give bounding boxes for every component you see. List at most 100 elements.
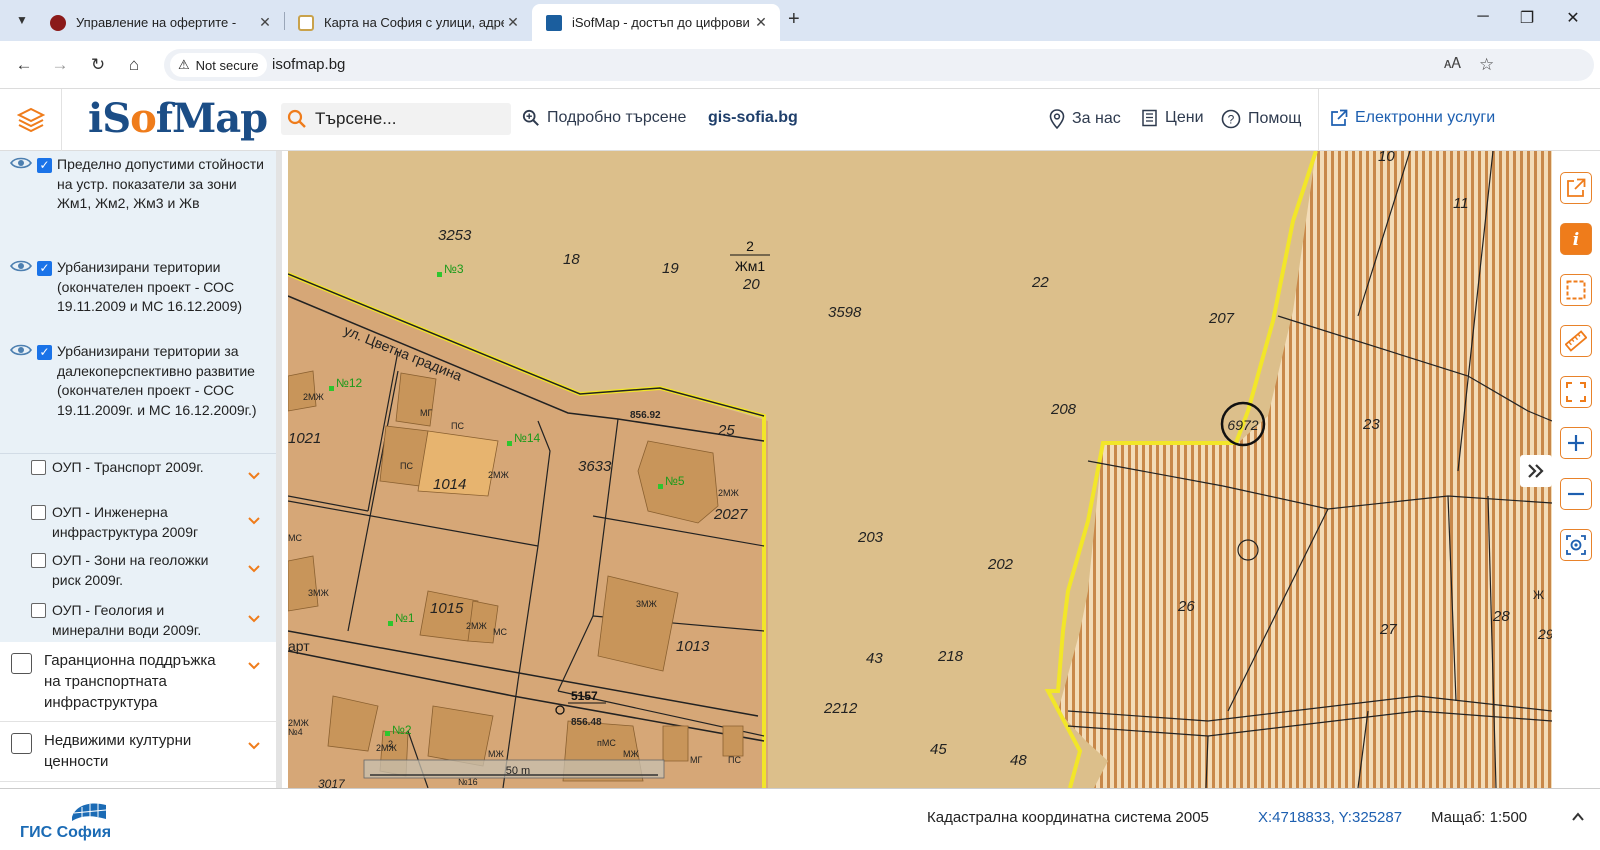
external-link-icon [1567, 178, 1586, 197]
new-tab-plus-icon[interactable]: + [788, 8, 800, 31]
building-label: 3МЖ [636, 599, 658, 609]
sub-layer-item[interactable]: ОУП - Транспорт 2009г. [0, 454, 276, 499]
layer-checkbox[interactable] [31, 460, 46, 475]
bookmark-star-icon[interactable]: ☆ [1479, 55, 1494, 75]
layer-checkbox[interactable] [11, 653, 32, 674]
price-list-icon [1142, 109, 1157, 127]
share-map-button[interactable] [1560, 172, 1592, 204]
chevron-down-icon[interactable] [246, 658, 262, 674]
parcel-number: 1014 [433, 476, 466, 493]
browser-tab-offers[interactable]: Управление на офертите - ✕ [36, 4, 284, 41]
minimize-icon[interactable]: ─ [1468, 8, 1498, 26]
building-label: ПС [728, 755, 741, 765]
layer-item[interactable]: ✓ Урбанизирани територии за далекоперспе… [0, 338, 276, 454]
eye-icon[interactable] [10, 156, 32, 170]
layer-item[interactable]: Недвижими културни ценности [0, 722, 276, 782]
layer-checkbox[interactable]: ✓ [37, 158, 52, 173]
fullscreen-button[interactable] [1560, 376, 1592, 408]
chevron-down-icon[interactable] [246, 468, 262, 484]
external-link-icon [1331, 109, 1348, 126]
chevron-down-icon[interactable] [246, 561, 262, 577]
coordinate-system-label[interactable]: Кадастрална координатна система 2005 [927, 809, 1209, 826]
layer-checkbox[interactable] [31, 553, 46, 568]
sub-layer-item[interactable]: ОУП - Геология и минерални води 2009г. [0, 597, 276, 642]
chevron-down-icon[interactable] [246, 611, 262, 627]
eye-icon[interactable] [10, 343, 32, 357]
parcel-number: 208 [1050, 401, 1077, 418]
zoom-in-button[interactable] [1560, 427, 1592, 459]
info-icon: i [1573, 230, 1579, 250]
layer-label: Урбанизирани територии (окончателен прое… [57, 259, 243, 314]
isofmap-logo[interactable]: iSofMap [88, 95, 268, 142]
layer-checkbox[interactable] [31, 603, 46, 618]
warning-triangle-icon: ⚠ [178, 57, 190, 72]
eye-icon[interactable] [10, 259, 32, 273]
parcel-number: 45 [930, 741, 947, 758]
tab-search-chevron-icon[interactable]: ▼ [10, 8, 34, 32]
tab-close-icon[interactable]: ✕ [256, 14, 274, 31]
point-label: №3 [444, 262, 464, 276]
search-input[interactable] [315, 109, 495, 129]
browser-tab-isofmap[interactable]: iSofMap - достъп до цифрови ✕ [532, 4, 780, 41]
chevron-down-icon[interactable] [246, 513, 262, 529]
offers-favicon-icon [50, 14, 66, 31]
layer-item[interactable]: ✓ Урбанизирани територии (окончателен пр… [0, 254, 276, 338]
parcel-number: 203 [857, 529, 884, 546]
window-close-icon[interactable]: ✕ [1558, 8, 1588, 28]
layer-checkbox[interactable] [31, 505, 46, 520]
gis-favicon-icon [546, 14, 562, 31]
layers-icon [16, 107, 45, 133]
help-circle-icon: ? [1221, 109, 1241, 129]
highlighted-parcel-number[interactable]: 6972 [1227, 417, 1258, 433]
home-icon[interactable]: ⌂ [122, 53, 146, 77]
measure-button[interactable] [1560, 325, 1592, 357]
status-footer: ГИС София Кадастрална координатна систем… [0, 788, 1600, 850]
zoom-out-button[interactable] [1560, 478, 1592, 510]
gis-sofia-logo[interactable]: ГИС София [20, 799, 130, 841]
layer-checkbox[interactable] [11, 733, 32, 754]
prices-link[interactable]: Цени [1140, 109, 1204, 127]
chevron-down-icon[interactable] [246, 738, 262, 754]
not-secure-badge[interactable]: ⚠ Not secure [170, 53, 267, 77]
parcel-number: 22 [1031, 274, 1049, 291]
map-canvas[interactable]: №3 №12 №14 №5 №1 №2 ул. Цветна градина а… [288, 151, 1552, 788]
parcel-number: 3633 [578, 458, 612, 475]
eservices-link[interactable]: Електронни услуги [1330, 109, 1495, 127]
browser-tab-sofia-map[interactable]: Карта на София с улици, адре ✕ [284, 4, 532, 41]
sub-layer-item[interactable]: ОУП - Зони на геоложки риск 2009г. [0, 547, 276, 597]
help-link[interactable]: ? Помощ [1221, 109, 1301, 129]
ruler-icon [1565, 330, 1587, 352]
search-icon[interactable] [287, 109, 307, 129]
layer-item[interactable]: ✓ Пределно допустими стойности на устр. … [0, 151, 276, 254]
layer-checkbox[interactable]: ✓ [37, 345, 52, 360]
parcel-number: 43 [866, 650, 883, 667]
layer-item[interactable]: Гаранционна поддръжка на транспортната и… [0, 642, 276, 722]
map-scale-label[interactable]: Мащаб: 1:500 [1431, 809, 1527, 826]
select-area-button[interactable] [1560, 274, 1592, 306]
translate-icon[interactable]: 🗚 [1444, 55, 1461, 72]
url-text[interactable]: isofmap.bg [272, 56, 345, 73]
layers-toggle-button[interactable] [0, 89, 62, 151]
gis-sofia-link[interactable]: gis-sofia.bg [708, 109, 798, 127]
tab-close-icon[interactable]: ✕ [504, 14, 522, 31]
restore-icon[interactable]: ❐ [1512, 8, 1542, 28]
locate-button[interactable] [1560, 529, 1592, 561]
forward-arrow-icon[interactable]: → [48, 53, 72, 77]
building-label: ПС [451, 421, 464, 431]
omnibox[interactable]: ⚠ Not secure isofmap.bg 🗚 ☆ [164, 49, 1594, 81]
point-label: №2 [392, 723, 412, 737]
sub-layer-item[interactable]: ОУП - Инженерна инфраструктура 2009г [0, 499, 276, 547]
parcel-number: 27 [1379, 621, 1397, 638]
advanced-search-link[interactable]: Подробно търсене [522, 109, 686, 127]
expand-panel-button[interactable] [1520, 455, 1552, 487]
tab-close-icon[interactable]: ✕ [752, 14, 770, 31]
back-arrow-icon[interactable]: ← [12, 53, 36, 77]
reload-icon[interactable]: ↻ [86, 53, 110, 77]
layer-checkbox[interactable]: ✓ [37, 261, 52, 276]
building-label: 3МЖ [308, 588, 330, 598]
street-label: арт [288, 638, 310, 654]
about-link[interactable]: За нас [1049, 109, 1121, 129]
cadastral-map[interactable]: №3 №12 №14 №5 №1 №2 ул. Цветна градина а… [288, 151, 1552, 788]
chevron-up-icon[interactable] [1571, 811, 1585, 823]
info-button[interactable]: i [1560, 223, 1592, 255]
